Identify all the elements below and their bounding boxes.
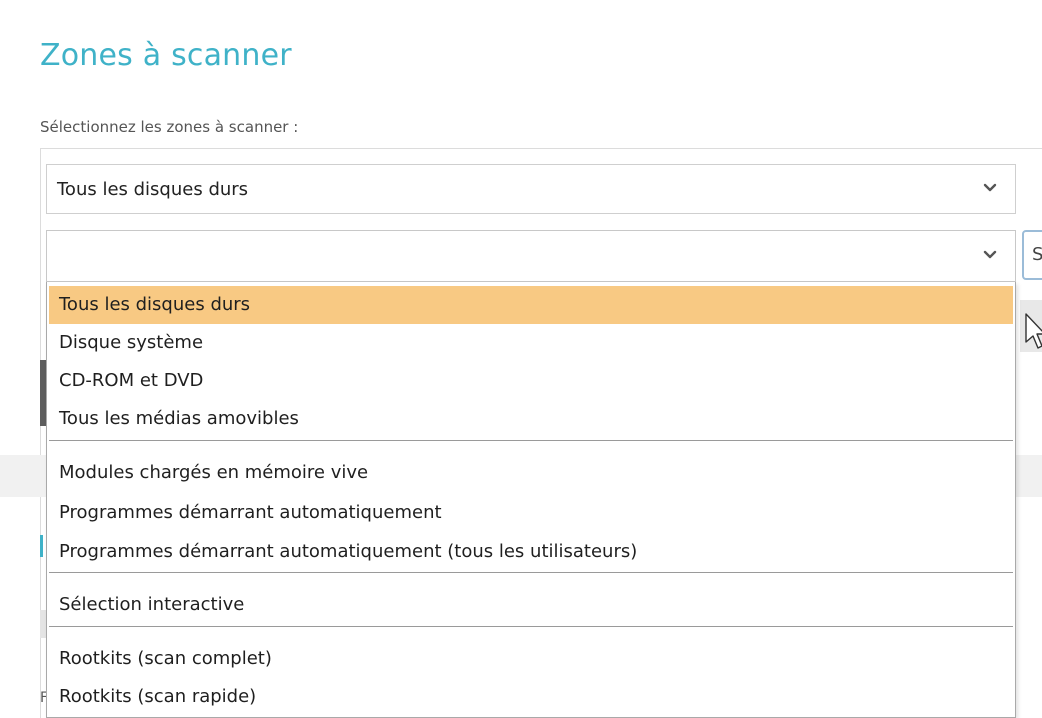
dropdown-option-removable-media[interactable]: Tous les médias amovibles — [49, 400, 1013, 438]
scan-zones-page: Zones à scanner Sélectionnez les zones à… — [0, 0, 1042, 718]
dropdown-separator — [49, 626, 1013, 627]
dropdown-option-autostart-programs[interactable]: Programmes démarrant automatiquement — [49, 494, 1013, 532]
panel-border — [40, 148, 1042, 149]
dropdown-option-rootkits-quick[interactable]: Rootkits (scan rapide) — [49, 678, 1013, 716]
zones-prompt-label: Sélectionnez les zones à scanner : — [40, 118, 299, 136]
zone-select-primary[interactable]: Tous les disques durs — [46, 164, 1016, 214]
chevron-down-icon[interactable] — [981, 246, 999, 264]
dropdown-separator — [49, 440, 1013, 441]
zone-select-primary-value: Tous les disques durs — [57, 179, 249, 200]
dropdown-option-interactive-selection[interactable]: Sélection interactive — [49, 586, 1013, 624]
background-tab-indicator — [40, 535, 43, 557]
dropdown-option-all-hard-drives[interactable]: Tous les disques durs — [49, 286, 1013, 324]
dropdown-separator — [49, 572, 1013, 573]
dropdown-option-rootkits-full[interactable]: Rootkits (scan complet) — [49, 640, 1013, 678]
dropdown-option-system-disk[interactable]: Disque système — [49, 324, 1013, 362]
dropdown-option-memory-modules[interactable]: Modules chargés en mémoire vive — [49, 454, 1013, 492]
mouse-pointer-icon — [1024, 312, 1042, 352]
zone-dropdown-list: Tous les disques durs Disque système CD-… — [46, 282, 1016, 718]
dropdown-option-cdrom-dvd[interactable]: CD-ROM et DVD — [49, 362, 1013, 400]
chevron-down-icon[interactable] — [981, 179, 999, 197]
page-title: Zones à scanner — [40, 38, 292, 73]
side-button-label: S — [1032, 244, 1042, 265]
zone-select-secondary[interactable] — [46, 230, 1016, 282]
side-button[interactable]: S — [1022, 230, 1042, 280]
dropdown-option-autostart-all-users[interactable]: Programmes démarrant automatiquement (to… — [49, 533, 1013, 571]
